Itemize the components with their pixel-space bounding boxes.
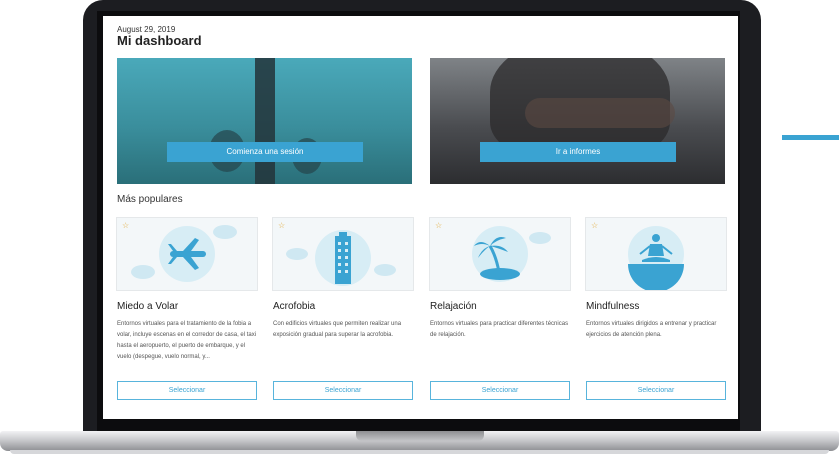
- select-button[interactable]: Seleccionar: [430, 381, 570, 400]
- laptop-base-shadow: [10, 450, 829, 454]
- card-relajacion: ☆ Relajación Entornos virtuales para pra…: [430, 218, 570, 400]
- airplane-icon: [131, 225, 237, 282]
- card-title: Mindfulness: [586, 301, 640, 312]
- popular-heading: Más populares: [117, 194, 183, 205]
- go-to-reports-button[interactable]: Ir a informes: [480, 142, 676, 162]
- hero-image-pole: [255, 58, 275, 184]
- laptop-notch: [356, 431, 484, 441]
- card-description: Con edificios virtuales que permiten rea…: [273, 321, 402, 338]
- select-button[interactable]: Seleccionar: [117, 381, 257, 400]
- start-session-button[interactable]: Comienza una sesión: [167, 142, 363, 162]
- building-icon: [286, 230, 396, 286]
- star-icon[interactable]: ☆: [278, 222, 285, 230]
- card-thumbnail: ☆: [273, 218, 413, 290]
- accent-bar: [782, 135, 839, 140]
- star-icon[interactable]: ☆: [591, 222, 598, 230]
- palm-tree-icon: [472, 226, 551, 282]
- card-title: Miedo a Volar: [117, 301, 179, 312]
- card-thumbnail: ☆: [430, 218, 570, 290]
- star-icon[interactable]: ☆: [122, 222, 129, 230]
- star-icon[interactable]: ☆: [435, 222, 442, 230]
- meditation-icon: [628, 226, 684, 290]
- card-thumbnail: ☆: [586, 218, 726, 290]
- select-button[interactable]: Seleccionar: [273, 381, 413, 400]
- hero-session: Comienza una sesión: [117, 58, 412, 184]
- select-button[interactable]: Seleccionar: [586, 381, 726, 400]
- card-miedo-a-volar: ☆ Miedo a Volar Entornos virtuales para …: [117, 218, 257, 400]
- card-title: Relajación: [430, 301, 477, 312]
- card-thumbnail: ☆: [117, 218, 257, 290]
- card-title: Acrofobia: [273, 301, 316, 312]
- hero-image-arm: [525, 98, 675, 128]
- hero-reports: Ir a informes: [430, 58, 725, 184]
- page-title: Mi dashboard: [117, 33, 202, 48]
- card-description: Entornos virtuales para el tratamiento d…: [117, 321, 257, 360]
- card-mindfulness: ☆ Mindfulness Entornos virtuales dirigid…: [586, 218, 726, 400]
- card-description: Entornos virtuales para practicar difere…: [430, 321, 569, 338]
- app-screen: August 29, 2019 Mi dashboard Comienza un…: [103, 16, 738, 419]
- card-description: Entornos virtuales dirigidos a entrenar …: [586, 321, 717, 338]
- card-acrofobia: ☆ Acrofobia Con edificios virtuales que …: [273, 218, 413, 400]
